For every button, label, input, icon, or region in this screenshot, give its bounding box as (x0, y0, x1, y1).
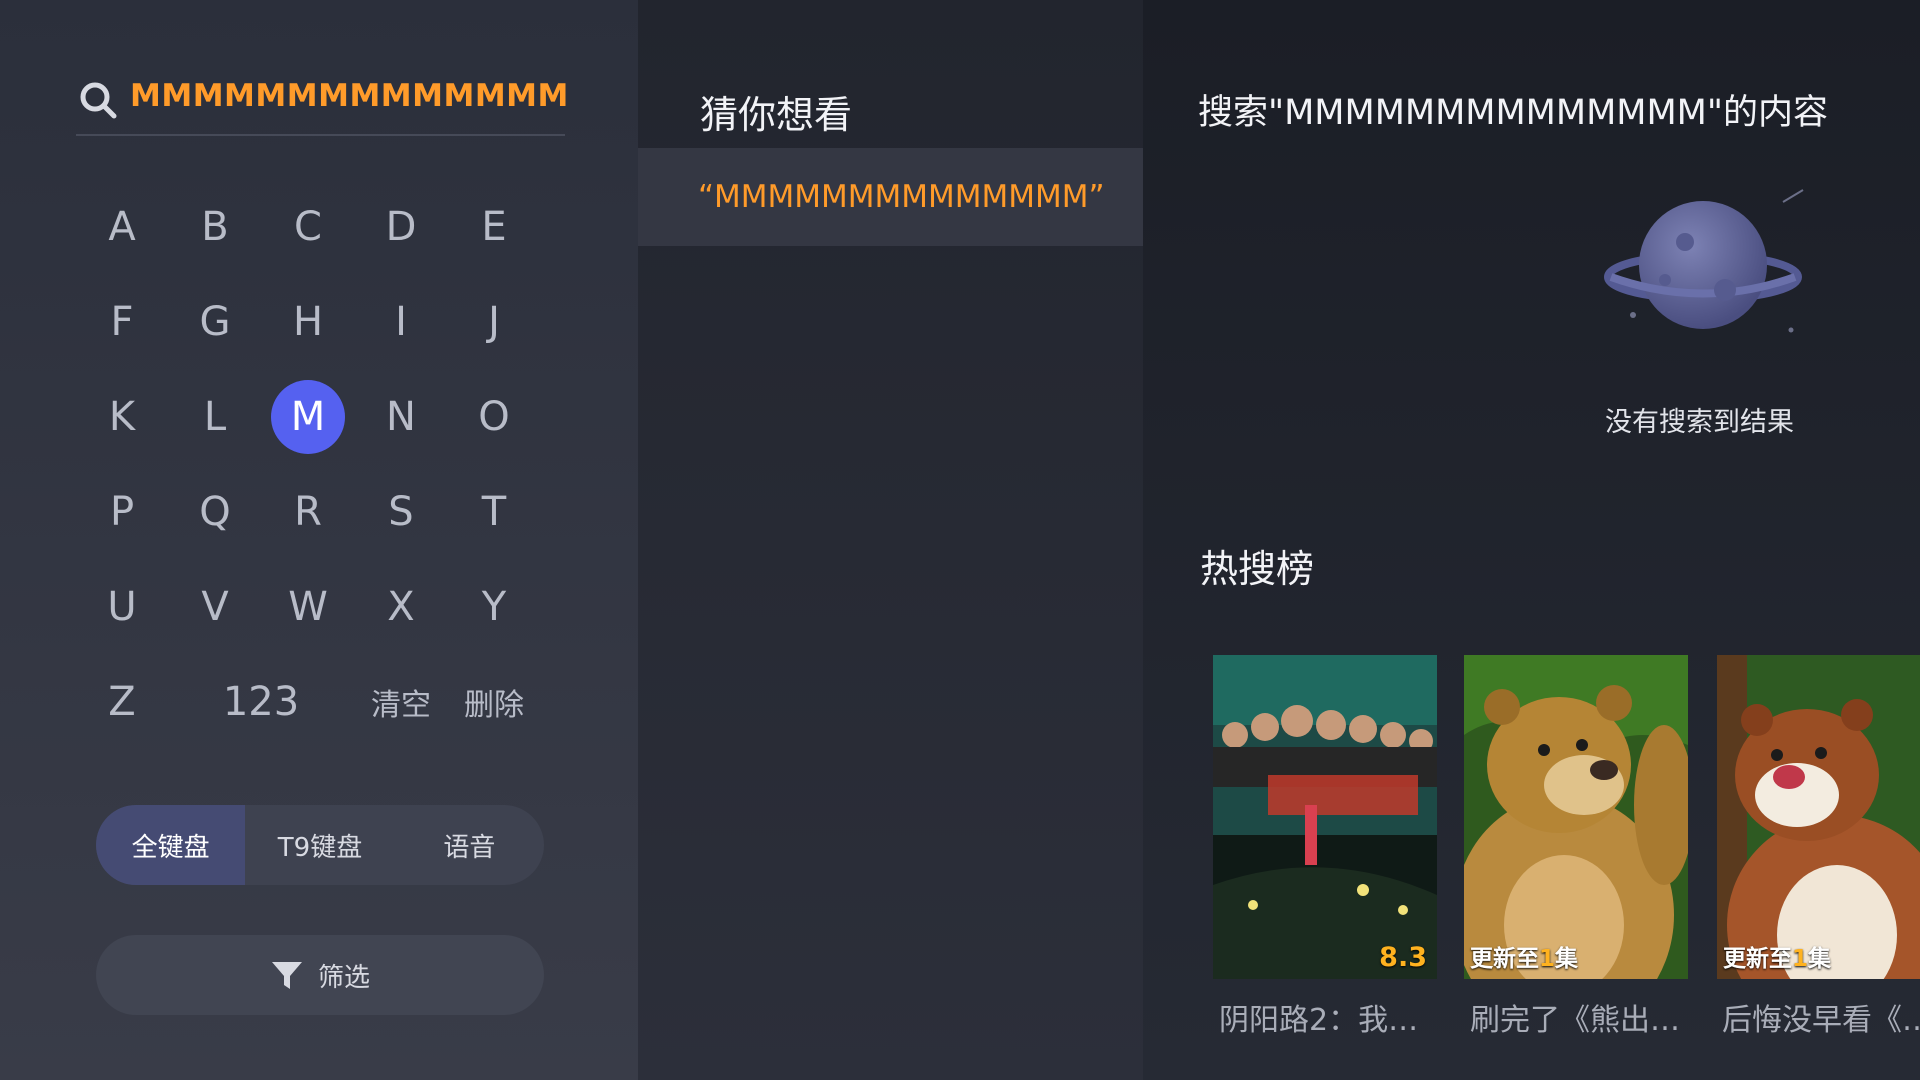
key-h[interactable]: H (271, 285, 345, 359)
key-r[interactable]: R (271, 475, 345, 549)
poster-update-badge: 更新至1集 (1723, 946, 1832, 972)
key-k[interactable]: K (85, 380, 159, 454)
suggestion-title: 猜你想看 (700, 93, 853, 137)
key-123[interactable]: 123 (206, 665, 316, 739)
mode-t9-keyboard[interactable]: T9键盘 (245, 805, 394, 885)
poster-image (1213, 655, 1437, 979)
poster-image (1464, 655, 1688, 979)
key-l[interactable]: L (178, 380, 252, 454)
key-t[interactable]: T (457, 475, 531, 549)
filter-label: 筛选 (317, 962, 370, 993)
key-z[interactable]: Z (85, 665, 159, 739)
filter-button[interactable]: 筛选 (96, 935, 544, 1015)
key-j[interactable]: J (457, 285, 531, 359)
key-i[interactable]: I (364, 285, 438, 359)
key-o[interactable]: O (457, 380, 531, 454)
hot-search-title: 热搜榜 (1200, 547, 1315, 591)
hot-item-caption[interactable]: 阴阳路2：我… (1219, 995, 1443, 1039)
planet-empty-icon (1604, 189, 1804, 333)
search-query: MMMMMMMMMMMMMM (130, 78, 569, 114)
keyboard-mode-switch: 全键盘 T9键盘 语音 (96, 805, 544, 885)
delete-button[interactable]: 删除 (446, 665, 542, 739)
key-n[interactable]: N (364, 380, 438, 454)
hot-item-caption[interactable]: 后悔没早看《… (1722, 995, 1920, 1039)
key-g[interactable]: G (178, 285, 252, 359)
results-title: 搜索"MMMMMMMMMMMMMM"的内容 (1198, 93, 1828, 133)
clear-button[interactable]: 清空 (353, 665, 449, 739)
suggestion-item[interactable]: “MMMMMMMMMMMMMM” (638, 148, 1143, 246)
key-a[interactable]: A (85, 190, 159, 264)
key-d[interactable]: D (364, 190, 438, 264)
key-x[interactable]: X (364, 570, 438, 644)
key-b[interactable]: B (178, 190, 252, 264)
poster-update-badge: 更新至1集 (1470, 946, 1579, 972)
key-s[interactable]: S (364, 475, 438, 549)
no-result-text: 没有搜索到结果 (1605, 407, 1794, 438)
hot-item-poster[interactable]: 更新至1集 (1717, 655, 1920, 979)
hot-item-poster[interactable]: 更新至1集 (1464, 655, 1688, 979)
key-q[interactable]: Q (178, 475, 252, 549)
key-m[interactable]: M (271, 380, 345, 454)
keyboard-panel: MMMMMMMMMMMMMM A B C D E F G H I J K L M… (0, 0, 638, 1080)
filter-icon (271, 962, 302, 989)
hot-item-caption[interactable]: 刷完了《熊出… (1470, 995, 1694, 1039)
poster-score: 8.3 (1379, 942, 1427, 973)
key-y[interactable]: Y (457, 570, 531, 644)
key-v[interactable]: V (178, 570, 252, 644)
search-icon (80, 82, 117, 119)
key-e[interactable]: E (457, 190, 531, 264)
key-f[interactable]: F (85, 285, 159, 359)
key-p[interactable]: P (85, 475, 159, 549)
hot-item-poster[interactable]: 8.3 (1213, 655, 1437, 979)
suggestion-panel: 猜你想看 “MMMMMMMMMMMMMM” (638, 0, 1143, 1080)
key-w[interactable]: W (271, 570, 345, 644)
poster-image (1717, 655, 1920, 979)
search-bar[interactable]: MMMMMMMMMMMMMM (76, 72, 568, 136)
mode-voice[interactable]: 语音 (395, 805, 544, 885)
mode-full-keyboard[interactable]: 全键盘 (96, 805, 246, 885)
key-u[interactable]: U (85, 570, 159, 644)
key-c[interactable]: C (271, 190, 345, 264)
results-panel: 搜索"MMMMMMMMMMMMMM"的内容 没有搜索到结果 热搜榜 8.3 阴阳… (1143, 0, 1920, 1080)
suggestion-item-text: “MMMMMMMMMMMMMM” (698, 179, 1105, 215)
